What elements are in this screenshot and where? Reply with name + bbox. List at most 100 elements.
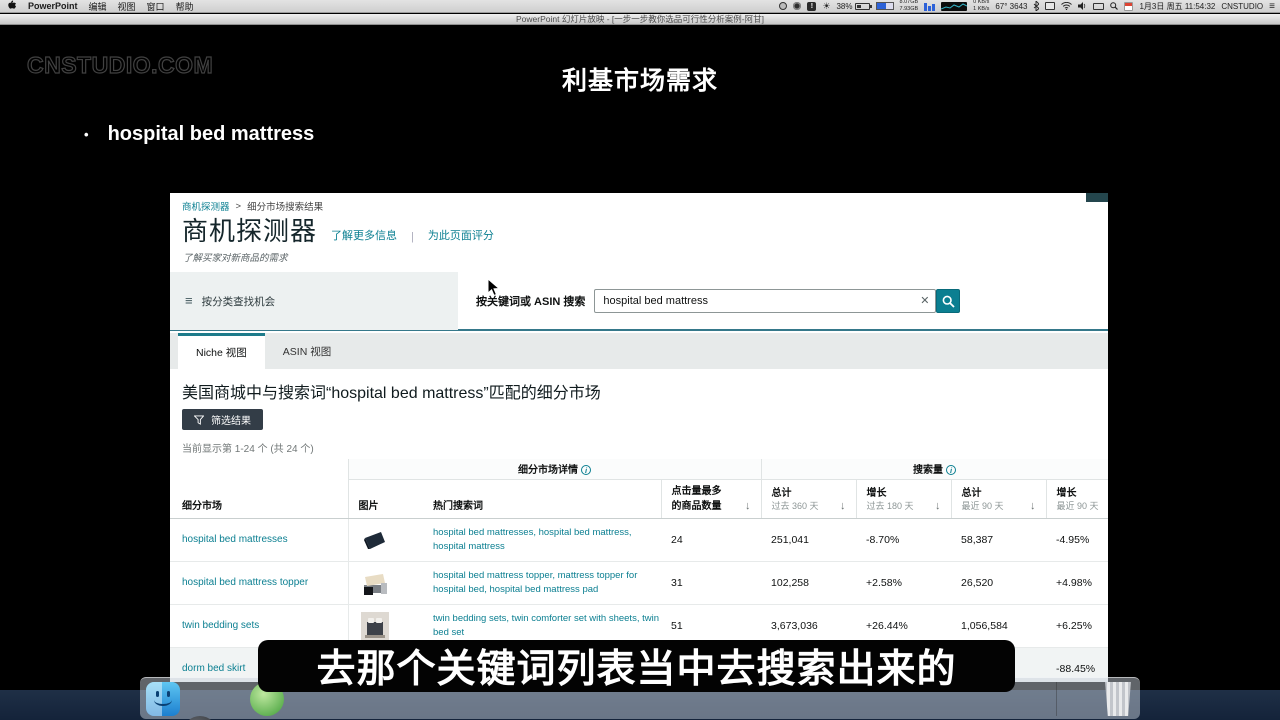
panel-corner-fragment bbox=[1086, 193, 1108, 202]
top-keywords-link[interactable]: hospital bed mattresses, hospital bed ma… bbox=[433, 527, 632, 552]
finder-dock-icon[interactable] bbox=[146, 682, 180, 716]
opportunity-explorer-panel: 商机探测器 > 细分市场搜索结果 商机探测器 了解更多信息 | 为此页面评分 了… bbox=[170, 193, 1108, 682]
network-readout[interactable]: 0 KB/s 1 KB/s bbox=[973, 0, 989, 12]
calendar-status-icon[interactable] bbox=[1124, 2, 1133, 11]
menu-window[interactable]: 窗口 bbox=[147, 0, 165, 13]
sort-icon[interactable]: ↓ bbox=[1030, 500, 1040, 512]
menu-edit[interactable]: 编辑 bbox=[89, 0, 107, 13]
total-90-value: 58,387 bbox=[951, 518, 1046, 561]
subtitle-text: 去那个关键词列表当中去搜索出来的 bbox=[316, 638, 956, 694]
niche-link[interactable]: hospital bed mattress topper bbox=[182, 577, 308, 588]
growth-180-value: +2.58% bbox=[856, 561, 951, 604]
wifi-icon[interactable] bbox=[1061, 2, 1072, 10]
product-thumbnail[interactable] bbox=[361, 612, 389, 640]
window-title: PowerPoint 幻灯片放映 - [一步一步教你选品可行性分析案例-阿甘] bbox=[516, 13, 764, 25]
info-icon[interactable]: i bbox=[581, 465, 591, 475]
spotlight-icon[interactable] bbox=[1110, 2, 1118, 10]
sort-icon[interactable]: ↓ bbox=[745, 500, 755, 512]
magnifier-icon bbox=[942, 295, 955, 308]
menubar-username[interactable]: CNSTUDIO bbox=[1221, 2, 1263, 11]
total-360-value: 251,041 bbox=[761, 518, 856, 561]
disk-meter-icon[interactable] bbox=[924, 2, 935, 11]
sort-icon[interactable]: ↓ bbox=[840, 500, 850, 512]
growth-90-value: +6.25% bbox=[1046, 604, 1108, 647]
macos-menubar: PowerPoint 编辑 视图 窗口 帮助 ! ☀ 38% 8.07GB 7.… bbox=[0, 0, 1280, 13]
filter-results-label: 筛选结果 bbox=[211, 412, 251, 427]
bullet-text: hospital bed mattress bbox=[108, 123, 315, 146]
view-tabs: Niche 视图 ASIN 视图 bbox=[170, 333, 1108, 369]
funnel-icon bbox=[194, 415, 204, 425]
slide-title: 利基市场需求 bbox=[0, 61, 1280, 97]
total-360-value: 102,258 bbox=[761, 561, 856, 604]
input-source-icon[interactable] bbox=[1045, 2, 1055, 10]
menubar-app-name[interactable]: PowerPoint bbox=[28, 1, 78, 11]
link-divider: | bbox=[411, 231, 414, 248]
table-group-header-row: 细分市场详情i 搜索量i bbox=[170, 459, 1108, 479]
bluetooth-icon[interactable] bbox=[1033, 1, 1039, 11]
col-header-image: 图片 bbox=[359, 501, 379, 512]
growth-90-value: -4.95% bbox=[1046, 518, 1108, 561]
apple-menu-icon[interactable] bbox=[8, 0, 17, 13]
battery-icon bbox=[855, 3, 870, 10]
breadcrumb-separator-icon: > bbox=[236, 201, 242, 212]
notification-center-icon[interactable]: ≡ bbox=[1269, 1, 1275, 12]
info-icon[interactable]: i bbox=[946, 465, 956, 475]
rate-page-link[interactable]: 为此页面评分 bbox=[428, 227, 494, 248]
hamburger-icon: ≡ bbox=[185, 296, 193, 306]
growth-180-value: -8.70% bbox=[856, 518, 951, 561]
col-header-growth-90: 增长最近 90 天 bbox=[1046, 479, 1108, 518]
status-app-icon-2[interactable] bbox=[793, 2, 801, 10]
network-graph-icon[interactable] bbox=[941, 2, 967, 11]
product-thumbnail[interactable] bbox=[361, 569, 389, 597]
niche-link[interactable]: dorm bed skirt bbox=[182, 663, 245, 674]
results-heading: 美国商城中与搜索词“hospital bed mattress”匹配的细分市场 bbox=[182, 379, 601, 403]
cpu-meter-icon[interactable] bbox=[876, 2, 894, 10]
mouse-cursor bbox=[487, 278, 500, 302]
browse-by-category-button[interactable]: ≡ 按分类查找机会 bbox=[170, 272, 458, 330]
browse-by-category-label: 按分类查找机会 bbox=[202, 294, 276, 309]
total-90-value: 26,520 bbox=[951, 561, 1046, 604]
group-header-search-volume: 搜索量i bbox=[761, 459, 1108, 479]
weather-status-icon[interactable]: ☀ bbox=[822, 1, 830, 12]
growth-90-value: +4.98% bbox=[1046, 561, 1108, 604]
menu-help[interactable]: 帮助 bbox=[176, 0, 194, 13]
display-mirroring-icon[interactable] bbox=[1093, 3, 1104, 10]
learn-more-link[interactable]: 了解更多信息 bbox=[331, 227, 397, 248]
page-title: 商机探测器 bbox=[182, 211, 317, 248]
video-subtitle-overlay: 去那个关键词列表当中去搜索出来的 bbox=[258, 640, 1015, 692]
window-titlebar: PowerPoint 幻灯片放映 - [一步一步教你选品可行性分析案例-阿甘] bbox=[0, 14, 1280, 25]
powerpoint-slide: CNSTUDIO.COM 利基市场需求 • hospital bed mattr… bbox=[0, 25, 1280, 690]
product-thumbnail[interactable] bbox=[361, 526, 389, 554]
top-keywords-link[interactable]: twin bedding sets, twin comforter set wi… bbox=[433, 613, 659, 638]
status-app-icon-1[interactable] bbox=[779, 2, 787, 10]
col-header-clicked: 点击量最多的商品数量 ↓ bbox=[661, 479, 761, 518]
results-count: 当前显示第 1-24 个 (共 24 个) bbox=[182, 440, 314, 455]
menu-view[interactable]: 视图 bbox=[118, 0, 136, 13]
col-header-niche: 细分市场 bbox=[182, 501, 222, 512]
memory-readout[interactable]: 8.07GB 7.93GB bbox=[900, 0, 919, 12]
search-button[interactable] bbox=[936, 289, 960, 313]
page-tagline: 了解买家对新商品的需求 bbox=[183, 250, 288, 264]
temp-fan-readout[interactable]: 67° 3643 bbox=[995, 2, 1027, 11]
sort-icon[interactable]: ↓ bbox=[935, 500, 945, 512]
group-header-niche-details: 细分市场详情i bbox=[348, 459, 761, 479]
filter-results-button[interactable]: 筛选结果 bbox=[182, 409, 263, 430]
alert-status-icon[interactable]: ! bbox=[807, 2, 816, 11]
niche-link[interactable]: twin bedding sets bbox=[182, 620, 259, 631]
menubar-clock[interactable]: 1月3日 周五 11:54:32 bbox=[1139, 1, 1215, 12]
battery-status[interactable]: 38% bbox=[836, 2, 869, 11]
slide-bullet-item: • hospital bed mattress bbox=[84, 123, 314, 146]
volume-icon[interactable] bbox=[1078, 2, 1087, 10]
clear-search-icon[interactable]: ✕ bbox=[920, 294, 929, 307]
top-keywords-link[interactable]: hospital bed mattress topper, mattress t… bbox=[433, 570, 637, 595]
niche-link[interactable]: hospital bed mattresses bbox=[182, 534, 288, 545]
clicked-products-value: 31 bbox=[661, 561, 761, 604]
keyword-search-input[interactable] bbox=[594, 289, 936, 313]
bullet-icon: • bbox=[84, 127, 89, 142]
col-header-total-360: 总计过去 360 天 ↓ bbox=[761, 479, 856, 518]
tab-niche-view[interactable]: Niche 视图 bbox=[178, 333, 265, 369]
table-row: hospital bed mattress topper hospital be… bbox=[170, 561, 1108, 604]
col-header-growth-180: 增长过去 180 天 ↓ bbox=[856, 479, 951, 518]
dock-divider bbox=[1056, 682, 1057, 716]
tab-asin-view[interactable]: ASIN 视图 bbox=[265, 333, 349, 369]
